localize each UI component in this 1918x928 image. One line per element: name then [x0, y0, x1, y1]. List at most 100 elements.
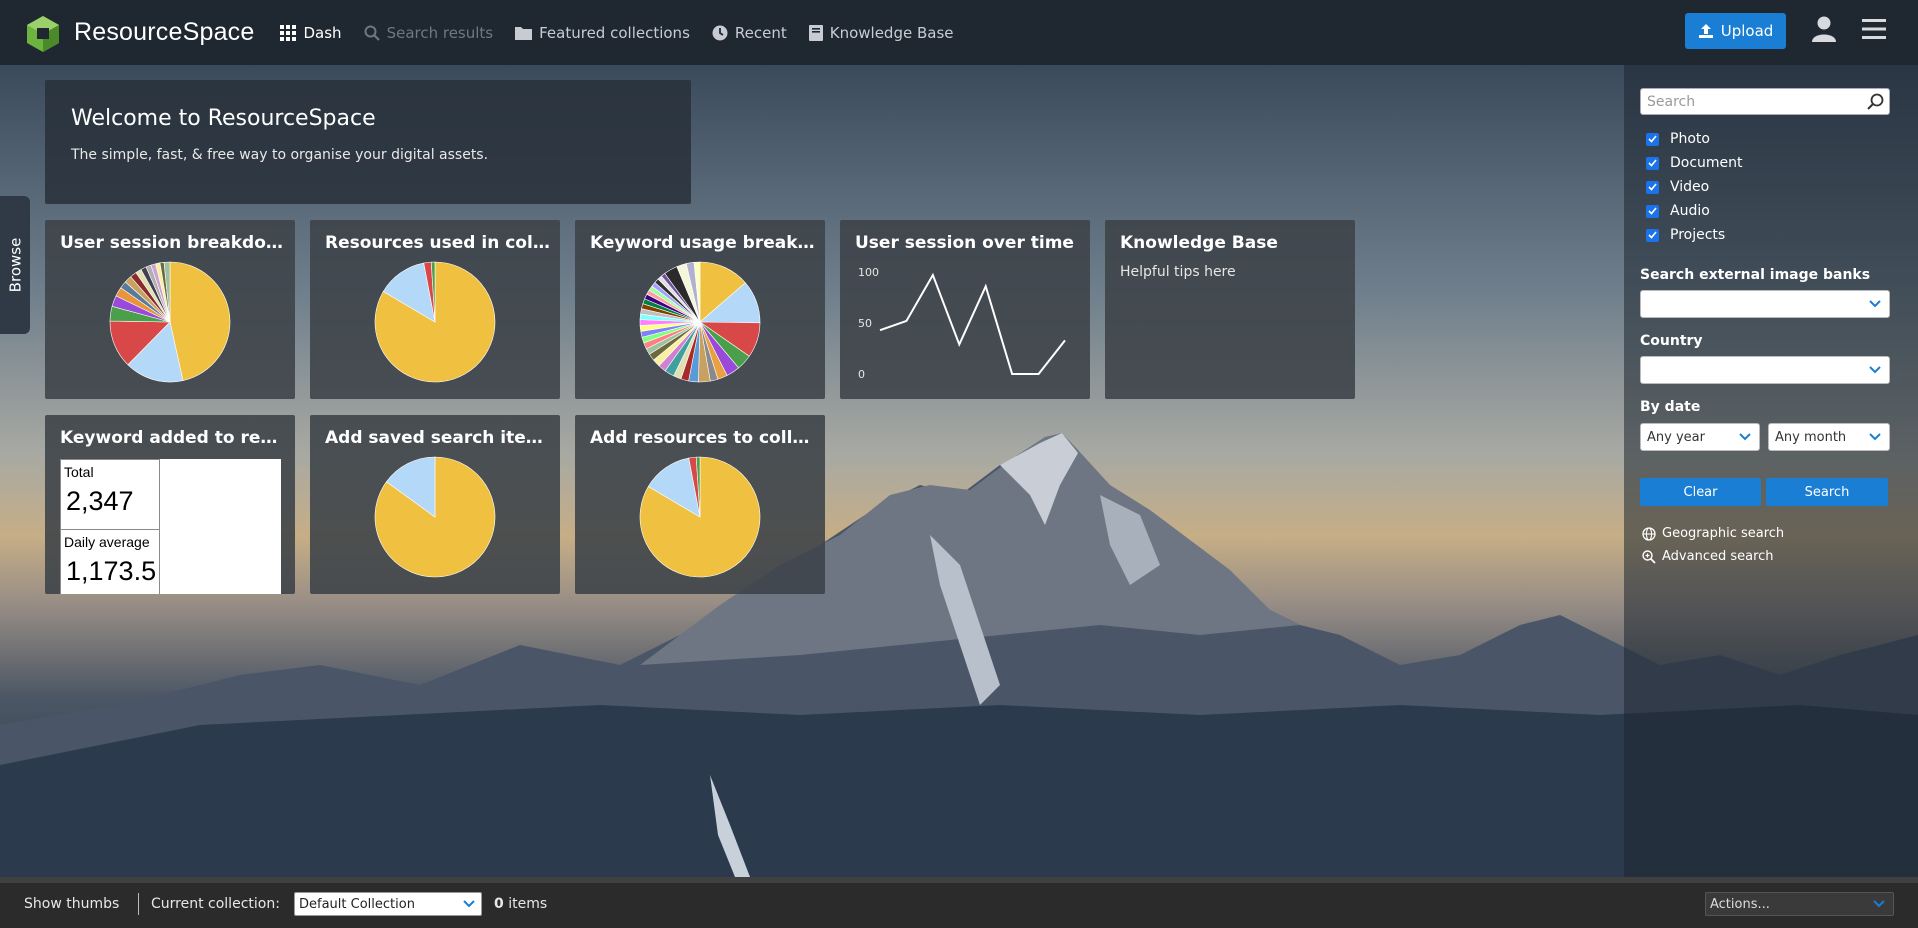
dash-tile-user-session-over-time[interactable]: User session over time 100 50 0: [840, 220, 1090, 399]
chevron-down-icon: [1869, 366, 1881, 374]
chevron-down-icon: [1869, 300, 1881, 308]
browse-tab[interactable]: Browse: [0, 196, 30, 334]
checkbox-checked-icon[interactable]: [1646, 204, 1659, 218]
welcome-panel: Welcome to ResourceSpace The simple, fas…: [45, 80, 691, 204]
chevron-down-icon: [1873, 900, 1885, 908]
dash-tile-knowledge-base[interactable]: Knowledge Base Helpful tips here: [1105, 220, 1355, 399]
filter-projects[interactable]: Projects: [1646, 227, 1725, 243]
nav-dash[interactable]: Dash: [280, 23, 342, 42]
show-thumbs-link[interactable]: Show thumbs: [24, 896, 119, 912]
dash-tile-keyword-usage-breakdown[interactable]: Keyword usage breakd...: [575, 220, 825, 399]
app-name: ResourceSpace: [74, 18, 255, 46]
nav-knowledge-base-label: Knowledge Base: [829, 23, 954, 42]
nav-knowledge-base[interactable]: Knowledge Base: [808, 23, 954, 42]
upload-button[interactable]: Upload: [1685, 13, 1786, 49]
items-count-label: items: [508, 896, 548, 912]
search-input[interactable]: [1641, 89, 1856, 114]
filter-photo[interactable]: Photo: [1646, 131, 1710, 147]
filter-label: Video: [1670, 179, 1710, 195]
nav-featured-collections-label: Featured collections: [539, 23, 690, 42]
actions-select[interactable]: Actions...: [1705, 892, 1894, 916]
upload-icon: [1698, 24, 1713, 38]
chevron-down-icon: [1869, 433, 1881, 441]
select-value: Any month: [1775, 429, 1847, 445]
dash-tile-add-resources-to-collections[interactable]: Add resources to colle...: [575, 415, 825, 594]
filter-audio[interactable]: Audio: [1646, 203, 1710, 219]
resourcespace-logo-icon: [27, 15, 59, 52]
external-banks-label: Search external image banks: [1640, 267, 1871, 283]
filter-label: Document: [1670, 155, 1743, 171]
dash-tile-resources-used-in-collections[interactable]: Resources used in coll...: [310, 220, 560, 399]
collection-select[interactable]: Default Collection: [294, 892, 482, 916]
book-icon: [808, 24, 823, 41]
stat-value: 1,173.5: [66, 556, 157, 586]
welcome-title: Welcome to ResourceSpace: [71, 106, 376, 131]
checkbox-checked-icon[interactable]: [1646, 228, 1659, 242]
chevron-down-icon: [463, 900, 475, 908]
geographic-search-label: Geographic search: [1662, 526, 1785, 541]
tile-text: Helpful tips here: [1120, 264, 1236, 280]
globe-icon: [1642, 526, 1656, 541]
y-tick-label: 100: [858, 266, 879, 279]
clock-icon: [712, 25, 728, 40]
search-icon: [364, 25, 380, 41]
stats-box: Total 2,347 Daily average 1,173.5: [60, 459, 281, 594]
hamburger-menu-icon[interactable]: [1862, 19, 1886, 39]
advanced-search-link[interactable]: Advanced search: [1642, 549, 1774, 564]
advanced-search-label: Advanced search: [1662, 549, 1774, 564]
nav-featured-collections[interactable]: Featured collections: [515, 24, 690, 42]
zoom-in-icon: [1642, 549, 1656, 564]
actions-select-value: Actions...: [1710, 897, 1770, 912]
items-count-number: 0: [494, 896, 504, 912]
nav-search-results[interactable]: Search results: [364, 24, 493, 42]
external-banks-select[interactable]: [1640, 290, 1890, 318]
year-select[interactable]: Any year: [1640, 423, 1760, 451]
nav-recent[interactable]: Recent: [712, 24, 787, 42]
country-select[interactable]: [1640, 356, 1890, 384]
month-select[interactable]: Any month: [1768, 423, 1890, 451]
grid-icon: [280, 24, 297, 41]
search-icon[interactable]: [1867, 93, 1884, 110]
dash-tile-keyword-added-to-resources[interactable]: Keyword added to res... Total 2,347 Dail…: [45, 415, 295, 594]
y-tick-label: 0: [858, 368, 865, 381]
dash-tile-user-session-breakdown[interactable]: User session breakdown: [45, 220, 295, 399]
welcome-text: The simple, fast, & free way to organise…: [71, 147, 489, 163]
select-value: Any year: [1647, 429, 1705, 445]
divider: [138, 893, 139, 915]
search-sidebar: Photo Document Video Audio Projects Sear…: [1624, 65, 1918, 877]
chevron-down-icon: [1739, 433, 1751, 441]
user-icon[interactable]: [1812, 16, 1836, 42]
series-line: [879, 272, 1066, 375]
dash-tile-add-saved-search-items[interactable]: Add saved search item...: [310, 415, 560, 594]
stat-total: Total 2,347: [60, 459, 160, 530]
line-chart: 100 50 0: [858, 266, 1066, 381]
pie-chart: [109, 261, 231, 383]
tile-title: Keyword added to res...: [60, 428, 286, 448]
stat-daily-average: Daily average 1,173.5: [60, 529, 160, 594]
app-logo[interactable]: ResourceSpace: [24, 14, 254, 52]
pie-chart: [639, 456, 761, 578]
filter-video[interactable]: Video: [1646, 179, 1709, 195]
top-navigation-bar: ResourceSpace Dash Search results Featur…: [0, 0, 1918, 65]
collection-bar: Show thumbs Current collection: Default …: [0, 877, 1918, 928]
pie-chart: [639, 261, 761, 383]
collection-items-count: 0 items: [494, 896, 547, 912]
upload-label: Upload: [1720, 22, 1774, 40]
checkbox-checked-icon[interactable]: [1646, 156, 1659, 170]
nav-dash-label: Dash: [303, 23, 342, 42]
stat-value: 2,347: [66, 486, 134, 516]
current-collection-label: Current collection:: [151, 896, 280, 912]
checkbox-checked-icon[interactable]: [1646, 132, 1659, 146]
geographic-search-link[interactable]: Geographic search: [1642, 526, 1784, 541]
pie-chart: [374, 456, 496, 578]
search-button[interactable]: Search: [1766, 478, 1888, 506]
filter-document[interactable]: Document: [1646, 155, 1743, 171]
collection-select-value: Default Collection: [299, 897, 415, 912]
browse-tab-label: Browse: [6, 237, 24, 293]
checkbox-checked-icon[interactable]: [1646, 180, 1659, 194]
search-box: [1640, 88, 1890, 115]
by-date-label: By date: [1640, 399, 1701, 415]
main-nav: Dash Search results Featured collections…: [280, 24, 975, 42]
filter-label: Photo: [1670, 131, 1710, 147]
clear-button[interactable]: Clear: [1640, 478, 1761, 506]
